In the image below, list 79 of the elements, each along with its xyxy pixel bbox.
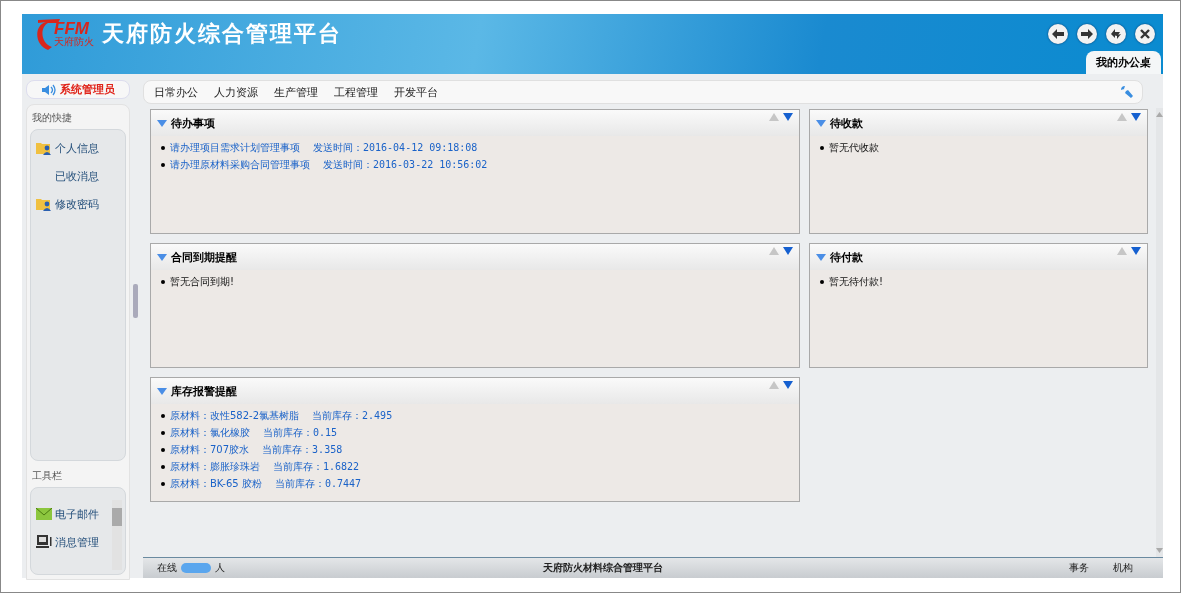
move-up-icon[interactable]: [1117, 247, 1127, 255]
user-button[interactable]: 系统管理员: [26, 80, 130, 99]
collapse-triangle-icon[interactable]: [157, 253, 167, 261]
left-arrow-icon: [1052, 28, 1064, 39]
move-up-icon[interactable]: [769, 247, 779, 255]
status-title: 天府防火材料综合管理平台: [543, 561, 663, 575]
portlet-title: 待付款: [830, 249, 863, 265]
collapse-triangle-icon[interactable]: [157, 119, 167, 127]
scroll-down-icon[interactable]: [1156, 548, 1163, 553]
empty-message: 暂无合同到期!: [170, 275, 234, 289]
scrollbar[interactable]: [1156, 108, 1163, 557]
toolbar-link[interactable]: 电子邮件: [34, 500, 112, 528]
scrollbar[interactable]: [112, 500, 122, 570]
collapse-triangle-icon[interactable]: [816, 119, 826, 127]
move-up-icon[interactable]: [1117, 113, 1127, 121]
move-up-icon[interactable]: [769, 113, 779, 121]
close-button[interactable]: [1135, 23, 1155, 44]
move-down-icon[interactable]: [783, 113, 793, 121]
collapse-handle[interactable]: [133, 284, 138, 318]
status-label: 在线: [157, 561, 177, 575]
status-link[interactable]: 事务: [1063, 560, 1095, 576]
folder-user-icon: [36, 141, 52, 155]
menu-item[interactable]: 生产管理: [270, 84, 330, 100]
forward-button[interactable]: [1077, 23, 1097, 44]
app-title: 天府防火综合管理平台: [102, 18, 342, 48]
move-down-icon[interactable]: [783, 381, 793, 389]
right-arrow-icon: [1081, 28, 1093, 39]
menu-item[interactable]: 开发平台: [390, 84, 450, 100]
portlet-title: 待收款: [830, 115, 863, 131]
monitor-icon: [36, 535, 52, 549]
shortcut-link[interactable]: 已收消息: [34, 162, 122, 190]
item-detail: 当前库存：2.495: [312, 409, 393, 423]
list-link[interactable]: 原材料：氯化橡胶: [170, 426, 250, 440]
back-button[interactable]: [1048, 23, 1068, 44]
toolbar-link[interactable]: 消息管理: [34, 528, 112, 556]
refresh-button[interactable]: [1106, 23, 1126, 44]
list-link[interactable]: 原材料：707胶水: [170, 443, 250, 457]
wrench-icon[interactable]: [1120, 85, 1134, 99]
item-detail: 发送时间：2016-04-12 09:18:08: [313, 141, 478, 155]
item-detail: 当前库存：3.358: [262, 443, 343, 457]
collapse-triangle-icon[interactable]: [157, 387, 167, 395]
item-detail: 当前库存：0.7447: [274, 477, 361, 491]
portlet-title: 库存报警提醒: [171, 383, 237, 399]
collapse-triangle-icon[interactable]: [816, 253, 826, 261]
folder-user-icon: [36, 197, 52, 211]
empty-message: 暂无待付款!: [829, 275, 883, 289]
list-link[interactable]: 原材料：膨胀珍珠岩: [170, 460, 260, 474]
section-label: 工具栏: [31, 469, 63, 483]
menu-item[interactable]: 人力资源: [210, 84, 270, 100]
logo-text: FFM: [54, 20, 89, 37]
list-link[interactable]: 请办理项目需求计划管理事项: [170, 141, 300, 155]
move-down-icon[interactable]: [1131, 247, 1141, 255]
desk-tab[interactable]: 我的办公桌: [1086, 51, 1161, 74]
online-count-badge: [181, 563, 211, 573]
portlet-title: 待办事项: [171, 115, 215, 131]
item-detail: 当前库存：0.15: [263, 426, 338, 440]
menu-item[interactable]: 日常办公: [150, 84, 210, 100]
section-label: 我的快捷: [31, 111, 73, 125]
menu-item[interactable]: 工程管理: [330, 84, 390, 100]
item-detail: 发送时间：2016-03-22 10:56:02: [323, 158, 488, 172]
shortcut-link[interactable]: 个人信息: [34, 134, 122, 162]
speaker-icon: [41, 83, 57, 96]
envelope-icon: [36, 508, 52, 520]
shortcut-link[interactable]: 修改密码: [34, 190, 122, 218]
refresh-icon: [1110, 27, 1122, 40]
move-down-icon[interactable]: [1131, 113, 1141, 121]
item-detail: 当前库存：1.6822: [273, 460, 360, 474]
move-down-icon[interactable]: [783, 247, 793, 255]
list-link[interactable]: 请办理原材料采购合同管理事项: [170, 158, 310, 172]
list-link[interactable]: 原材料：改性582-2氯基树脂: [170, 409, 300, 423]
empty-message: 暂无代收款: [829, 141, 879, 155]
logo-subtext: 天府防火: [54, 37, 94, 47]
list-link[interactable]: 原材料：BK-65 胶粉: [170, 477, 262, 491]
status-label: 人: [215, 561, 225, 575]
scroll-up-icon[interactable]: [1156, 112, 1163, 117]
portlet-title: 合同到期提醒: [171, 249, 237, 265]
status-link[interactable]: 机构: [1107, 560, 1139, 576]
move-up-icon[interactable]: [769, 381, 779, 389]
close-icon: [1140, 28, 1150, 39]
